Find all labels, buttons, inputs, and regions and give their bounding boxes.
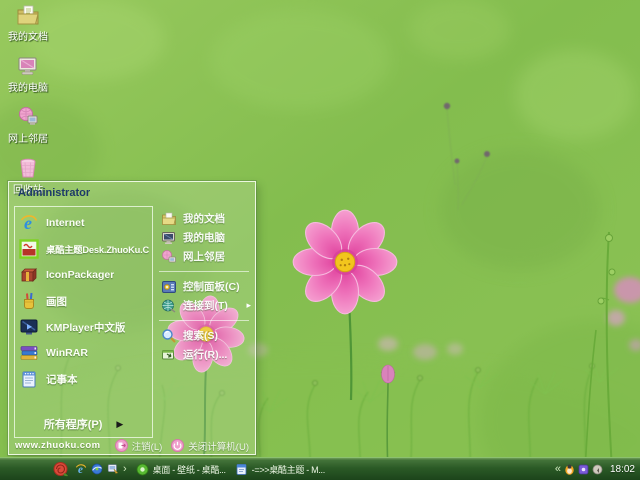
search-icon <box>162 328 176 343</box>
control-panel-icon <box>162 280 176 293</box>
start-menu-item-label: 控制面板(C) <box>183 281 240 293</box>
start-menu-item-label: KMPlayer中文版 <box>46 321 126 334</box>
start-menu-item-winrar[interactable]: WinRAR <box>15 340 152 366</box>
shut-down-label: 关闭计算机(U) <box>188 441 249 453</box>
network-icon <box>162 249 176 262</box>
run-icon <box>162 349 174 359</box>
my-computer-icon <box>18 57 37 75</box>
iconpackager-icon <box>21 268 37 282</box>
desktop-icon-label: 我的文档 <box>8 32 48 43</box>
tray-clock: 18:02 <box>609 463 635 475</box>
start-menu-places-panel: 我的文档 我的电脑 网上邻居 控制面板(C) 连接到(T) ▸ 搜索(S) 运行… <box>159 209 251 364</box>
desktop: 我的文档 我的电脑 网上邻居 回收站 Administrator e Inter… <box>0 0 640 480</box>
start-menu-item-paint[interactable]: 画图 <box>15 288 152 314</box>
paint-icon <box>24 292 34 309</box>
log-off-label: 注销(L) <box>131 441 163 453</box>
desktop-icon-label: 网上邻居 <box>8 134 48 145</box>
kmplayer-icon <box>20 319 38 335</box>
quick-launch-more-icon[interactable]: › <box>123 463 127 475</box>
desktop-icon-my-computer[interactable]: 我的电脑 <box>2 54 54 94</box>
start-menu-item-network-neighborhood[interactable]: 网上邻居 <box>159 247 251 266</box>
recycle-bin-icon <box>20 158 36 178</box>
taskbar-task-wallpaper-page[interactable]: 桌面 - 壁纸 - 桌酷... <box>136 463 226 476</box>
documents-folder-icon <box>162 212 177 225</box>
notepad-icon <box>22 371 36 388</box>
start-menu-item-connect-to[interactable]: 连接到(T) ▸ <box>159 296 251 315</box>
quick-launch-ie-icon[interactable]: e <box>75 463 87 475</box>
start-menu-item-label: IconPackager <box>46 269 115 281</box>
start-menu-item-my-computer[interactable]: 我的电脑 <box>159 228 251 247</box>
task-label: 桌面 - 壁纸 - 桌酷... <box>152 464 226 475</box>
start-menu-item-label: 搜索(S) <box>183 330 218 342</box>
menu-divider <box>159 320 249 321</box>
taskbar-task-theme-page[interactable]: -=>>桌酷主题 - M... <box>235 463 325 476</box>
start-menu-item-search[interactable]: 搜索(S) <box>159 326 251 345</box>
desktop-icon-label: 我的电脑 <box>8 83 48 94</box>
all-programs-button[interactable]: 所有程序(P) ▶ <box>15 411 152 437</box>
start-menu-item-kmplayer[interactable]: KMPlayer中文版 <box>15 314 152 340</box>
start-menu-item-internet[interactable]: e Internet <box>15 210 152 236</box>
zhuoku-theme-icon <box>19 239 39 259</box>
volume-icon[interactable] <box>592 464 603 475</box>
start-menu-item-label: 记事本 <box>46 373 78 386</box>
start-menu-item-label: 运行(R)... <box>183 349 228 361</box>
start-button[interactable] <box>52 461 69 478</box>
internet-explorer-icon: e <box>20 213 38 233</box>
all-programs-arrow-icon: ▶ <box>116 418 124 429</box>
desktop-icon-my-documents[interactable]: 我的文档 <box>2 3 54 43</box>
quick-launch-show-desktop-icon[interactable] <box>107 463 119 475</box>
start-menu-item-label: 连接到(T) <box>183 300 228 312</box>
start-menu-item-iconpackager[interactable]: IconPackager <box>15 262 152 288</box>
power-icon <box>171 439 185 452</box>
connect-to-icon <box>162 299 176 313</box>
start-menu-item-control-panel[interactable]: 控制面板(C) <box>159 277 251 296</box>
my-documents-icon <box>17 5 39 25</box>
log-off-button[interactable]: 注销(L) <box>114 439 163 453</box>
start-menu-item-zhuoku-theme[interactable]: 桌酷主题Desk.ZhuoKu.Com <box>15 236 152 262</box>
start-menu-user: Administrator <box>18 187 91 199</box>
quick-launch-media-player-icon[interactable] <box>91 463 103 475</box>
messenger-icon[interactable] <box>578 464 589 475</box>
start-menu-item-label: 网上邻居 <box>183 251 225 263</box>
start-menu-footer: www.zhuoku.com 注销(L) 关闭计算机(U) <box>9 437 255 454</box>
submenu-arrow-icon: ▸ <box>246 300 251 310</box>
start-menu-item-run[interactable]: 运行(R)... <box>159 345 251 364</box>
start-menu-item-label: WinRAR <box>46 347 88 359</box>
zhuoku-watermark: www.zhuoku.com <box>15 440 101 451</box>
start-menu-item-label: 画图 <box>46 295 67 308</box>
start-menu: Administrator e Internet 桌酷主题Desk.ZhuoKu… <box>8 181 256 455</box>
quick-launch-bar: e › <box>75 463 127 475</box>
taskbar: e › 桌面 - 壁纸 - 桌酷... -=>>桌酷主题 - M... « 18… <box>0 457 640 480</box>
zhuoku-site-icon <box>136 463 149 475</box>
start-menu-item-notepad[interactable]: 记事本 <box>15 366 152 392</box>
task-label: -=>>桌酷主题 - M... <box>251 464 326 475</box>
start-menu-item-label: 我的文档 <box>183 213 225 225</box>
tray-collapse-icon[interactable]: « <box>555 463 561 475</box>
winrar-icon <box>20 346 38 360</box>
start-menu-item-label: 我的电脑 <box>183 232 225 244</box>
desktop-icon-list: 我的文档 我的电脑 网上邻居 回收站 <box>2 3 54 196</box>
system-tray: « 18:02 <box>555 463 640 475</box>
start-menu-pinned-panel: e Internet 桌酷主题Desk.ZhuoKu.Com <box>14 206 153 438</box>
menu-divider <box>159 271 249 272</box>
start-menu-item-label: Internet <box>46 217 85 229</box>
shut-down-button[interactable]: 关闭计算机(U) <box>171 439 249 453</box>
qq-icon[interactable] <box>564 464 575 475</box>
browser-doc-icon <box>236 463 247 475</box>
start-menu-item-label: 桌酷主题Desk.ZhuoKu.Com <box>46 245 149 255</box>
computer-icon <box>162 231 175 244</box>
network-places-icon <box>19 107 38 125</box>
log-off-icon <box>114 439 128 452</box>
start-menu-item-my-documents[interactable]: 我的文档 <box>159 209 251 228</box>
desktop-icon-network-places[interactable]: 网上邻居 <box>2 105 54 145</box>
all-programs-label: 所有程序(P) <box>43 419 103 431</box>
